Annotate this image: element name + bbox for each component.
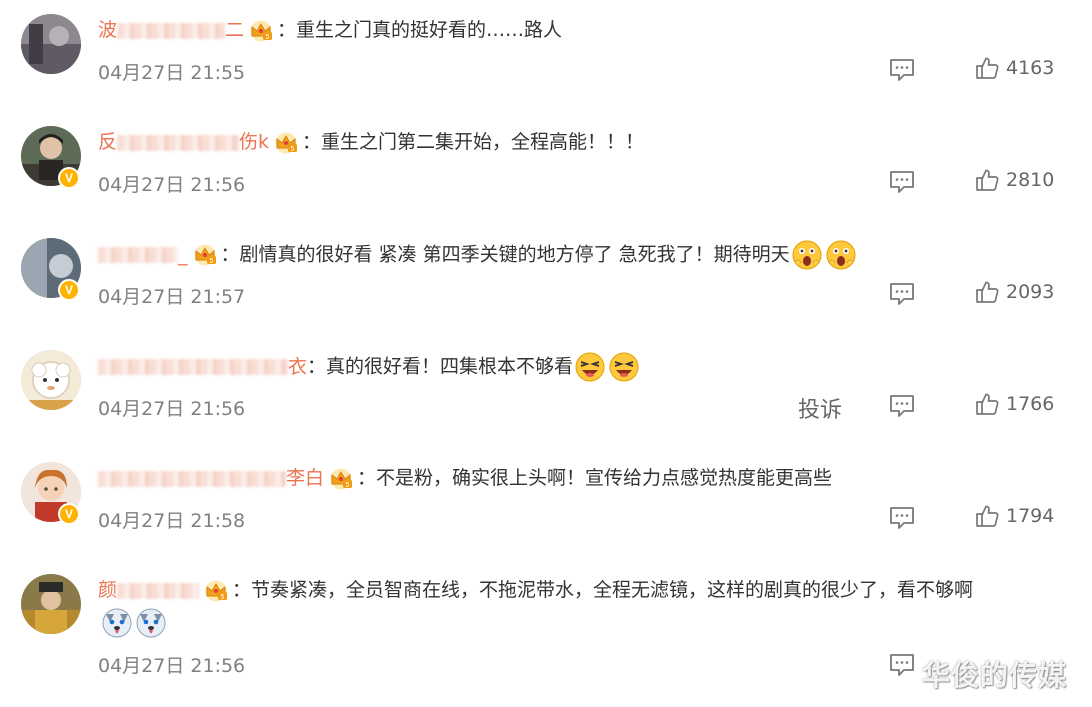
reply-icon[interactable] [889, 58, 915, 82]
avatar[interactable] [21, 14, 81, 74]
reply-icon[interactable] [889, 394, 915, 418]
husky-face-emoji-icon [102, 608, 132, 638]
crying-face-emoji-icon [609, 352, 639, 382]
watermark: 华俊的传媒 [922, 659, 1068, 692]
thumbs-up-icon [975, 280, 999, 304]
like-button[interactable]: 4163 [975, 56, 1054, 84]
avatar[interactable] [21, 574, 81, 634]
svg-text:5: 5 [209, 257, 213, 265]
svg-text:5: 5 [265, 33, 269, 41]
comment-line: 颜 5 ：节奏紧凑，全员智商在线，不拖泥带水，全程无滤镜，这样的剧真的很少了，看不够… [98, 576, 1068, 604]
verified-badge-icon: V [58, 167, 80, 189]
member-crown-icon: 5 [273, 132, 299, 154]
like-button[interactable]: 1794 [975, 504, 1054, 532]
svg-text:5: 5 [220, 593, 224, 601]
comment-text: ：节奏紧凑，全员智商在线，不拖泥带水，全程无滤镜，这样的剧真的很少了，看不够啊 [232, 579, 974, 601]
comment-timestamp: 04月27日 21:56 [98, 174, 246, 196]
comment-item: V 反伤k 5 ：重生之门第二集开始，全程高能！！！ 04月27日 21:56 28… [0, 112, 1092, 212]
svg-text:5: 5 [290, 145, 294, 153]
reply-icon[interactable] [889, 170, 915, 194]
username[interactable]: 反伤k [98, 131, 269, 153]
scared-face-emoji-icon [826, 240, 856, 270]
comment-line: 衣：真的很好看！四集根本不够看 [98, 352, 1068, 382]
username[interactable]: _ [98, 244, 188, 266]
comment-text: ：真的很好看！四集根本不够看 [307, 355, 574, 378]
comment-line: 李白 5 ：不是粉，确实很上头啊！宣传给力点感觉热度能更高些 [98, 464, 1068, 492]
comment-text: ：剧情真的很好看 紧凑 第四季关键的地方停了 急死我了！期待明天 [220, 243, 790, 266]
like-count: 1794 [1006, 505, 1055, 527]
reply-icon[interactable] [889, 653, 915, 677]
username[interactable]: 衣 [98, 356, 307, 378]
like-count: 4163 [1006, 57, 1055, 79]
member-crown-icon: 5 [248, 20, 274, 42]
like-count: 2810 [1006, 169, 1055, 191]
username[interactable]: 波二 [98, 19, 244, 41]
comment-text: ：重生之门真的挺好看的……路人 [277, 19, 563, 41]
comment-timestamp: 04月27日 21:57 [98, 286, 246, 308]
like-count: 2093 [1006, 281, 1055, 303]
comment-timestamp: 04月27日 21:58 [98, 510, 246, 532]
member-crown-icon: 5 [192, 244, 218, 266]
comment-line: 波二 5 ：重生之门真的挺好看的……路人 [98, 16, 1068, 44]
comment-item: V 李白 5 ：不是粉，确实很上头啊！宣传给力点感觉热度能更高些 04月27日 21… [0, 448, 1092, 548]
reply-icon[interactable] [889, 282, 915, 306]
comment-text: ：重生之门第二集开始，全程高能！！！ [302, 131, 645, 153]
comment-item: 波二 5 ：重生之门真的挺好看的……路人 04月27日 21:55 4163 [0, 0, 1092, 100]
thumbs-up-icon [975, 504, 999, 528]
verified-badge-icon: V [58, 503, 80, 525]
emoji-row [100, 608, 168, 638]
member-crown-icon: 5 [328, 468, 354, 490]
comment-text: ：不是粉，确实很上头啊！宣传给力点感觉热度能更高些 [357, 467, 833, 489]
comment-line: 反伤k 5 ：重生之门第二集开始，全程高能！！！ [98, 128, 1068, 156]
scared-face-emoji-icon [792, 240, 822, 270]
comment-timestamp: 04月27日 21:56 [98, 398, 246, 420]
svg-text:5: 5 [345, 481, 349, 489]
like-button[interactable]: 2093 [975, 280, 1054, 308]
comment-timestamp: 04月27日 21:55 [98, 62, 246, 84]
member-crown-icon: 5 [203, 580, 229, 602]
thumbs-up-icon [975, 168, 999, 192]
verified-badge-icon: V [58, 279, 80, 301]
username[interactable]: 颜 [98, 579, 200, 601]
username[interactable]: 李白 [98, 467, 324, 489]
like-button[interactable]: 1766 [975, 392, 1054, 420]
crying-face-emoji-icon [575, 352, 605, 382]
comment-line: _ 5 ：剧情真的很好看 紧凑 第四季关键的地方停了 急死我了！期待明天 [98, 240, 1068, 270]
like-button[interactable]: 2810 [975, 168, 1054, 196]
report-button[interactable]: 投诉 [798, 392, 842, 424]
thumbs-up-icon [975, 392, 999, 416]
reply-icon[interactable] [889, 506, 915, 530]
husky-face-emoji-icon [136, 608, 166, 638]
comment-timestamp: 04月27日 21:56 [98, 655, 246, 677]
thumbs-up-icon [975, 56, 999, 80]
like-count: 1766 [1006, 393, 1055, 415]
comment-item: V _ 5 ：剧情真的很好看 紧凑 第四季关键的地方停了 急死我了！期待明天 04月… [0, 224, 1092, 324]
comment-item: 衣：真的很好看！四集根本不够看 04月27日 21:56 1766 [0, 336, 1092, 436]
avatar[interactable] [21, 350, 81, 410]
